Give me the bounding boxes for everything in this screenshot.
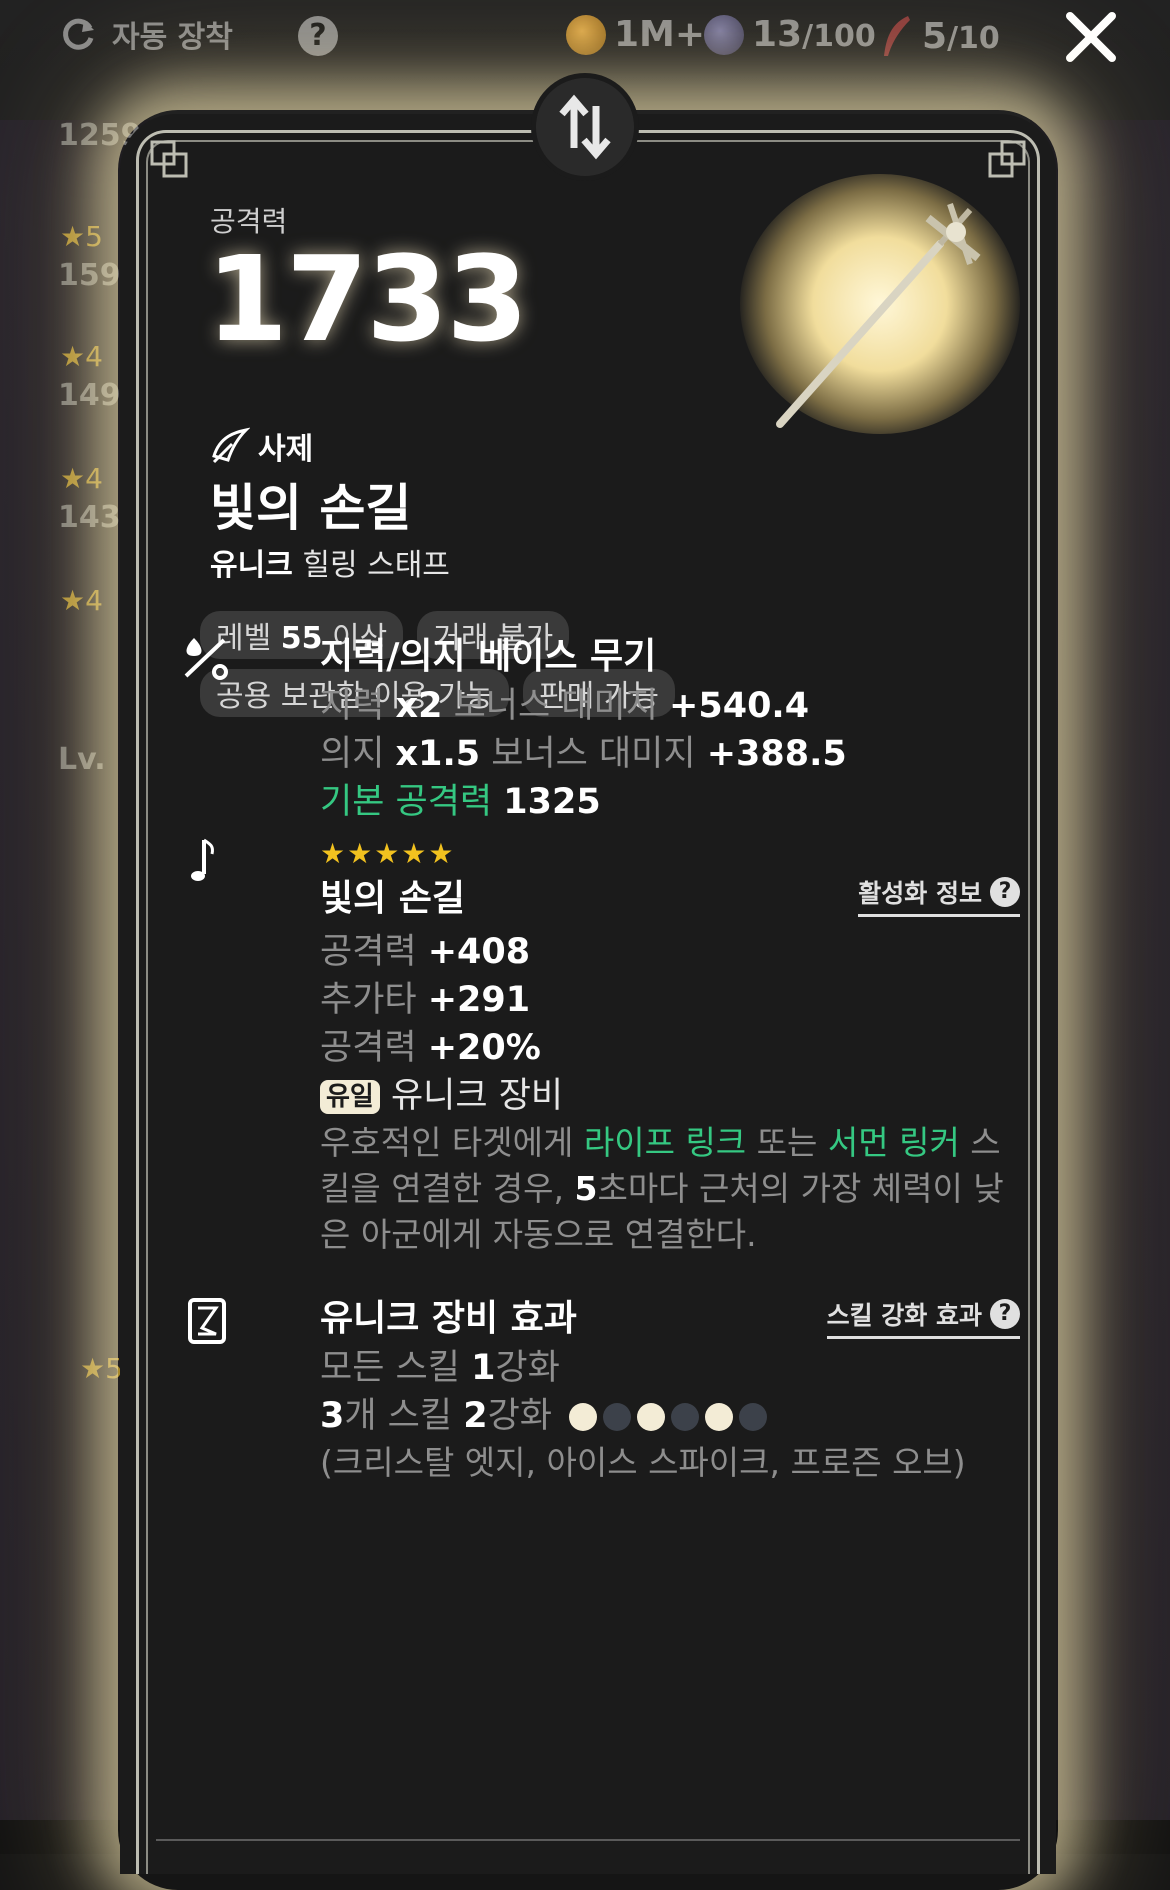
help-icon[interactable]: ? — [298, 16, 338, 56]
orb-current: 13 — [752, 14, 803, 55]
gold-value: 1M+ — [614, 14, 706, 55]
enhance-dot-empty — [603, 1403, 632, 1431]
class-line: 사제 — [210, 424, 313, 468]
knot-ornament-icon — [150, 140, 188, 178]
divider — [156, 1839, 1020, 1841]
bg-star: ★4 — [60, 584, 103, 617]
enhance-dot-filled — [705, 1403, 734, 1431]
swap-arrows-icon[interactable] — [536, 78, 634, 176]
attack-value: 1733 — [206, 230, 528, 368]
base-weapon-title: 지력/의지 베이스 무기 — [320, 636, 657, 677]
gold-counter: 1M+ — [566, 14, 705, 55]
three-skills-line: 3개 스킬 2강화 — [320, 1392, 1020, 1440]
bg-star: ★5 — [80, 1352, 123, 1385]
bg-star: ★4 — [60, 462, 103, 495]
activation-info-label: 활성화 정보 — [858, 879, 982, 908]
set-stat-line: 추가타 +291 — [320, 980, 531, 1020]
enhance-dots — [569, 1403, 768, 1431]
bg-number: Lv. — [58, 742, 106, 777]
staff-weapon-icon — [776, 203, 981, 428]
music-note-icon — [191, 838, 214, 881]
auto-equip-label: 자동 장착 — [112, 20, 233, 55]
spade-percent-icon — [184, 638, 228, 680]
bg-number: 149 — [58, 378, 121, 413]
orb-max: /100 — [802, 19, 876, 54]
bg-star: ★4 — [60, 340, 103, 373]
coin-icon — [566, 14, 606, 55]
bg-number: 159 — [58, 258, 121, 293]
enhance-dot-empty — [671, 1403, 700, 1431]
item-type: 유니크 힐링 스태프 — [210, 540, 450, 584]
unique-badge: 유일 — [320, 1080, 380, 1114]
key-counter: 5/10 — [880, 14, 1000, 58]
set-stat-line: 공격력 +408 — [320, 932, 531, 972]
bg-star: ★5 — [60, 220, 103, 253]
orb-counter: 13/100 — [704, 14, 876, 55]
top-bar: 자동 장착 ? 1M+ 13/100 5/10 — [0, 0, 1170, 78]
unique-equip-line: 유일 유니크 장비 — [320, 1072, 1020, 1120]
item-detail-card: 공격력 1733 사제 빛의 손길 유니크 힐링 스태프 레벨 55 이상 거래… — [120, 114, 1056, 1874]
item-type-name: 힐링 스태프 — [302, 548, 450, 583]
skill-enhance-label: 스킬 강화 효과 — [826, 1301, 982, 1330]
all-skills-line: 모든 스킬 1강화 — [320, 1348, 560, 1388]
key-max: /10 — [947, 20, 1000, 56]
base-attack-line: 기본 공격력 1325 — [320, 782, 601, 822]
enhance-dot-filled — [569, 1403, 598, 1431]
bg-number: 143 — [58, 500, 121, 535]
enhance-dot-empty — [739, 1403, 768, 1431]
set-description: 우호적인 타겟에게 라이프 링크 또는 서먼 링커 스킬을 연결한 경우, 5초… — [320, 1123, 1004, 1254]
question-icon: ? — [990, 1299, 1020, 1329]
refresh-icon — [63, 18, 94, 50]
feather-icon — [884, 16, 910, 56]
hourglass-card-icon — [188, 1298, 226, 1344]
question-icon: ? — [990, 877, 1020, 907]
will-bonus-line: 의지 x1.5 보너스 대미지 +388.5 — [320, 734, 847, 774]
skill-list: (크리스탈 엣지, 아이스 스파이크, 프로즌 오브) — [320, 1443, 966, 1482]
activation-info-button[interactable]: 활성화 정보 ? — [858, 874, 1020, 917]
rating-stars: ★★★★★ — [320, 837, 456, 870]
close-icon[interactable] — [1060, 6, 1122, 68]
item-grade: 유니크 — [210, 548, 293, 583]
class-name: 사제 — [258, 432, 314, 467]
enhance-dot-filled — [637, 1403, 666, 1431]
skill-enhance-button[interactable]: 스킬 강화 효과 ? — [826, 1296, 1020, 1339]
orb-icon — [704, 14, 744, 55]
set-stat-line: 공격력 +20% — [320, 1028, 541, 1068]
key-current: 5 — [922, 15, 948, 57]
int-bonus-line: 지력 x2 보너스 대미지 +540.4 — [320, 686, 810, 726]
priest-class-icon — [212, 427, 250, 464]
item-name: 빛의 손길 — [210, 479, 412, 537]
auto-equip-button[interactable]: 자동 장착 — [58, 12, 233, 56]
